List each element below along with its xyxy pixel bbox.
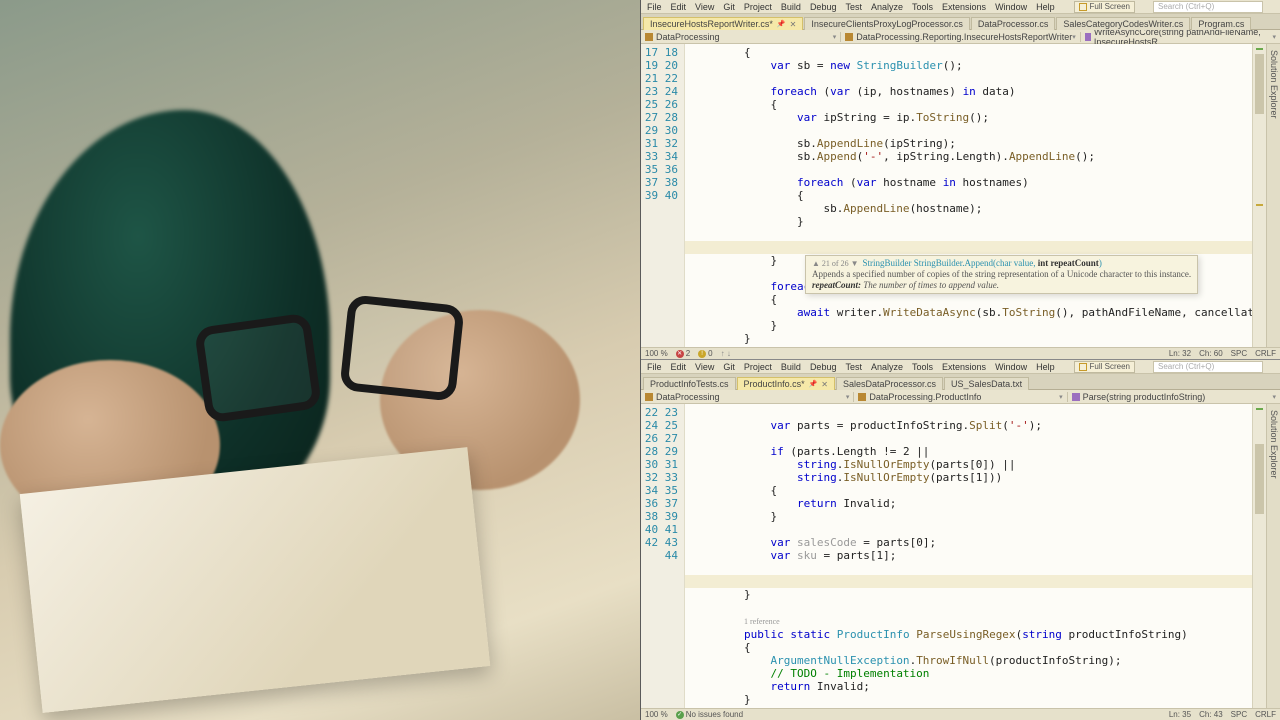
namespace-icon [645, 393, 653, 401]
issues-indicator[interactable]: ✓No issues found [676, 710, 743, 719]
class-icon [858, 393, 866, 401]
code-editor[interactable]: { var sb = new StringBuilder(); foreach … [685, 44, 1252, 347]
tab-bar: ProductInfoTests.csProductInfo.cs*📌✕Sale… [641, 374, 1280, 390]
menu-window[interactable]: Window [991, 362, 1031, 372]
menu-test[interactable]: Test [841, 362, 866, 372]
class-icon [845, 33, 853, 41]
indent-indicator[interactable]: SPC [1231, 349, 1247, 358]
close-icon[interactable]: ✕ [790, 20, 797, 29]
code-area: 22 23 24 25 26 27 28 29 30 31 32 33 34 3… [641, 404, 1280, 708]
editor-pane-bottom: FileEditViewGitProjectBuildDebugTestAnal… [641, 360, 1280, 720]
menu-git[interactable]: Git [719, 2, 739, 12]
file-tab[interactable]: SalesCategoryCodesWriter.cs [1056, 17, 1190, 30]
menu-tools[interactable]: Tools [908, 362, 937, 372]
ide: FileEditViewGitProjectBuildDebugTestAnal… [640, 0, 1280, 720]
line-indicator[interactable]: Ln: 35 [1169, 710, 1191, 719]
eol-indicator[interactable]: CRLF [1255, 710, 1276, 719]
pin-icon[interactable]: 📌 [777, 20, 786, 28]
photo-hand [0, 360, 220, 530]
vertical-scrollbar[interactable] [1252, 404, 1266, 708]
nav-bar: DataProcessing▾ DataProcessing.Reporting… [641, 30, 1280, 44]
method-icon [1072, 393, 1080, 401]
namespace-icon [645, 33, 653, 41]
file-tab[interactable]: SalesDataProcessor.cs [836, 377, 943, 390]
col-indicator[interactable]: Ch: 60 [1199, 349, 1223, 358]
pin-icon[interactable]: 📌 [809, 380, 818, 388]
menu-view[interactable]: View [691, 362, 718, 372]
search-input[interactable]: Search (Ctrl+Q) [1153, 361, 1263, 373]
search-input[interactable]: Search (Ctrl+Q) [1153, 1, 1263, 13]
zoom-level[interactable]: 100 % [645, 710, 668, 719]
menubar: FileEditViewGitProjectBuildDebugTestAnal… [641, 0, 1280, 14]
menu-build[interactable]: Build [777, 2, 805, 12]
menu-help[interactable]: Help [1032, 2, 1059, 12]
indent-indicator[interactable]: SPC [1231, 710, 1247, 719]
menu-view[interactable]: View [691, 2, 718, 12]
menu-file[interactable]: File [643, 2, 666, 12]
warning-count[interactable]: !0 [698, 349, 712, 358]
intellisense-tooltip: ▲ 21 of 26 ▼StringBuilder StringBuilder.… [805, 255, 1198, 294]
menu-debug[interactable]: Debug [806, 362, 841, 372]
menu-build[interactable]: Build [777, 362, 805, 372]
menu-project[interactable]: Project [740, 362, 776, 372]
fullscreen-button[interactable]: Full Screen [1074, 361, 1135, 373]
nav-class[interactable]: DataProcessing.ProductInfo▾ [854, 392, 1067, 402]
file-tab[interactable]: InsecureClientsProxyLogProcessor.cs [804, 17, 970, 30]
nav-namespace[interactable]: DataProcessing▾ [641, 32, 841, 42]
solution-explorer-tab[interactable]: Solution Explorer [1266, 44, 1280, 347]
eol-indicator[interactable]: CRLF [1255, 349, 1276, 358]
fullscreen-label: Full Screen [1090, 2, 1130, 11]
line-gutter: 17 18 19 20 21 22 23 24 25 26 27 28 29 3… [641, 44, 685, 347]
menu-window[interactable]: Window [991, 2, 1031, 12]
menu-analyze[interactable]: Analyze [867, 362, 907, 372]
background-photo [0, 0, 640, 720]
fullscreen-icon [1079, 3, 1087, 11]
vertical-scrollbar[interactable] [1252, 44, 1266, 347]
editor-pane-top: FileEditViewGitProjectBuildDebugTestAnal… [641, 0, 1280, 360]
nav-member[interactable]: Parse(string productInfoString)▾ [1068, 392, 1280, 402]
menu-tools[interactable]: Tools [908, 2, 937, 12]
solution-explorer-tab[interactable]: Solution Explorer [1266, 404, 1280, 708]
nav-namespace[interactable]: DataProcessing▾ [641, 392, 854, 402]
menu-project[interactable]: Project [740, 2, 776, 12]
nav-class[interactable]: DataProcessing.Reporting.InsecureHostsRe… [841, 32, 1080, 42]
error-count[interactable]: ✕2 [676, 349, 690, 358]
menu-extensions[interactable]: Extensions [938, 362, 990, 372]
code-editor[interactable]: var parts = productInfoString.Split('-')… [685, 404, 1252, 708]
fullscreen-label: Full Screen [1090, 362, 1130, 371]
menu-edit[interactable]: Edit [667, 2, 691, 12]
menu-debug[interactable]: Debug [806, 2, 841, 12]
file-tab[interactable]: ProductInfo.cs*📌✕ [737, 377, 835, 390]
file-tab[interactable]: DataProcessor.cs [971, 17, 1056, 30]
col-indicator[interactable]: Ch: 43 [1199, 710, 1223, 719]
close-icon[interactable]: ✕ [821, 380, 828, 389]
status-bar: 100 % ✕2 !0 ↑ ↓ Ln: 32 Ch: 60 SPC CRLF [641, 347, 1280, 359]
menu-git[interactable]: Git [719, 362, 739, 372]
menu-test[interactable]: Test [841, 2, 866, 12]
menu-file[interactable]: File [643, 362, 666, 372]
menu-help[interactable]: Help [1032, 362, 1059, 372]
menu-extensions[interactable]: Extensions [938, 2, 990, 12]
zoom-level[interactable]: 100 % [645, 349, 668, 358]
file-tab[interactable]: Program.cs [1191, 17, 1251, 30]
file-tab[interactable]: US_SalesData.txt [944, 377, 1029, 390]
fullscreen-icon [1079, 363, 1087, 371]
tab-bar: InsecureHostsReportWriter.cs*📌✕InsecureC… [641, 14, 1280, 30]
photo-glasses [200, 300, 460, 420]
line-indicator[interactable]: Ln: 32 [1169, 349, 1191, 358]
menubar: FileEditViewGitProjectBuildDebugTestAnal… [641, 360, 1280, 374]
code-area: 17 18 19 20 21 22 23 24 25 26 27 28 29 3… [641, 44, 1280, 347]
menu-edit[interactable]: Edit [667, 362, 691, 372]
fullscreen-button[interactable]: Full Screen [1074, 1, 1135, 13]
file-tab[interactable]: InsecureHostsReportWriter.cs*📌✕ [643, 17, 803, 30]
menu-analyze[interactable]: Analyze [867, 2, 907, 12]
status-bar: 100 % ✓No issues found Ln: 35 Ch: 43 SPC… [641, 708, 1280, 720]
file-tab[interactable]: ProductInfoTests.cs [643, 377, 736, 390]
method-icon [1085, 33, 1091, 41]
line-gutter: 22 23 24 25 26 27 28 29 30 31 32 33 34 3… [641, 404, 685, 708]
nav-bar: DataProcessing▾ DataProcessing.ProductIn… [641, 390, 1280, 404]
